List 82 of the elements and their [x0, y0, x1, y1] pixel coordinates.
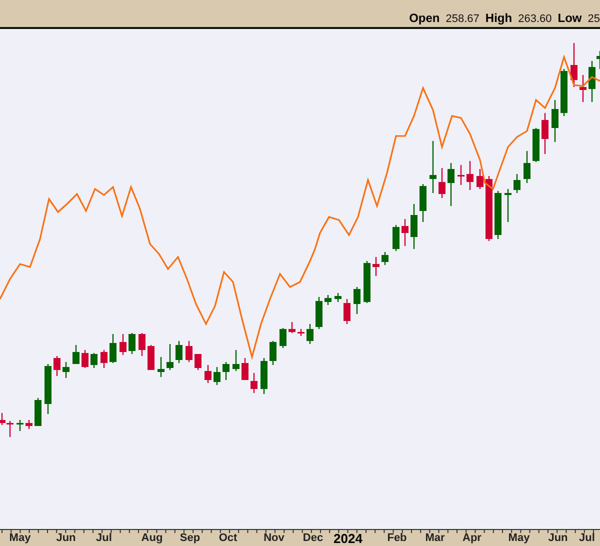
- stat-label: High: [485, 11, 512, 26]
- year-label: 2024: [334, 532, 362, 546]
- month-label: Nov: [264, 532, 284, 546]
- candlestick: [316, 297, 322, 330]
- candlestick: [420, 184, 426, 222]
- candlestick: [306, 324, 314, 344]
- month-label: Dec: [302, 532, 324, 546]
- candlestick: [148, 345, 154, 370]
- candlestick: [280, 328, 286, 348]
- candlestick: [430, 141, 436, 194]
- candlestick: [324, 295, 332, 306]
- month-label: Oct: [218, 532, 238, 546]
- month-label: Jun: [56, 532, 76, 546]
- candlestick: [44, 364, 52, 414]
- candlestick: [364, 261, 370, 304]
- candlestick: [214, 367, 220, 386]
- candlestick: [334, 293, 342, 302]
- stat-label: Open: [409, 11, 440, 26]
- candlestick: [120, 334, 126, 356]
- candlestick: [16, 420, 24, 432]
- candlestick: [62, 362, 70, 378]
- candlestick: [298, 329, 304, 336]
- month-label: Mar: [425, 532, 445, 546]
- candlestick: [524, 151, 530, 184]
- stat-label: Low: [558, 11, 582, 26]
- month-label: Sep: [180, 532, 200, 546]
- month-label: May: [508, 532, 530, 546]
- candlestick: [34, 398, 42, 426]
- candlestick: [504, 189, 512, 222]
- candlestick: [448, 163, 454, 206]
- candlestick: [570, 43, 578, 88]
- candlestick: [560, 69, 568, 116]
- stat-value: 25: [588, 13, 600, 26]
- candlestick: [438, 168, 446, 198]
- stat-value: 263.60: [518, 13, 552, 26]
- candlestick: [82, 350, 88, 368]
- candlestick: [186, 341, 192, 362]
- candlestick: [410, 204, 418, 250]
- candlestick: [222, 362, 230, 380]
- candlestick: [580, 75, 586, 102]
- candlestick: [260, 358, 268, 394]
- month-label: Jul: [96, 532, 112, 546]
- candlestick: [270, 341, 276, 366]
- candlestick: [250, 373, 258, 394]
- candlestick: [542, 113, 548, 154]
- candlestick: [288, 322, 296, 334]
- candlestick: [138, 333, 146, 356]
- candlestick: [128, 333, 136, 354]
- candlestick: [158, 357, 164, 378]
- candlestick: [372, 257, 380, 276]
- candlestick: [382, 252, 388, 266]
- candlestick: [476, 169, 484, 190]
- candlestick: [392, 225, 400, 252]
- candlestick: [354, 287, 360, 314]
- month-label: Apr: [462, 532, 482, 546]
- month-label: May: [9, 532, 31, 546]
- candlestick: [532, 128, 540, 162]
- candlestick: [402, 219, 408, 246]
- candlestick: [344, 299, 350, 324]
- candlestick: [194, 354, 202, 370]
- candlestick: [166, 344, 174, 370]
- candlestick: [110, 334, 116, 364]
- month-label: Feb: [387, 532, 407, 546]
- candlestick: [552, 100, 558, 142]
- candlestick: [54, 356, 60, 376]
- candlestick: [486, 176, 492, 242]
- candlestick: [466, 161, 474, 190]
- candlestick: [100, 350, 108, 368]
- month-label: Jun: [548, 532, 568, 546]
- candlestick: [26, 420, 32, 430]
- candlestick: [242, 358, 248, 380]
- candlestick: [204, 365, 212, 384]
- candlestick: [494, 191, 502, 240]
- candlestick: [458, 165, 464, 186]
- month-label: Aug: [141, 532, 163, 546]
- month-label: Jul: [579, 532, 595, 546]
- candlestick: [90, 353, 98, 368]
- stat-value: 258.67: [446, 13, 480, 26]
- candlestick: [176, 341, 182, 364]
- candlestick: [514, 174, 520, 194]
- candlestick: [232, 350, 240, 372]
- candlestick: [72, 345, 80, 364]
